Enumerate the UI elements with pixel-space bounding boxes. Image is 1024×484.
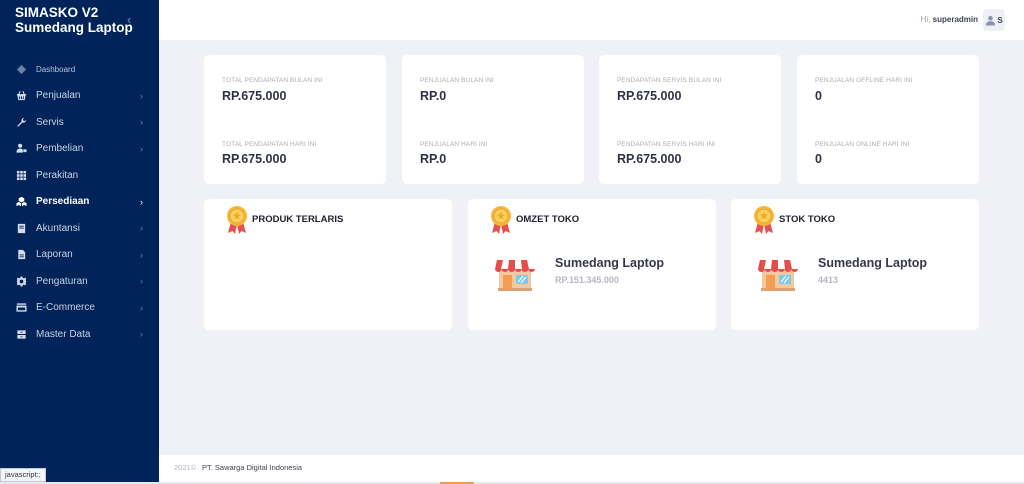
stat-value: 0 <box>815 89 822 103</box>
stat-label: PENDAPATAN SERVIS BULAN INI <box>617 77 722 84</box>
sidebar-item-pengaturan[interactable]: Pengaturan › <box>0 268 159 295</box>
greeting-prefix: Hi, <box>920 15 933 24</box>
stat-label: PENJUALAN BULAN INI <box>420 77 494 84</box>
sidebar-collapse-button[interactable]: ‹ <box>127 12 139 27</box>
chevron-right-icon: › <box>140 249 143 260</box>
app-name: SIMASKO V2 <box>15 5 99 20</box>
chevron-right-icon: › <box>140 90 143 101</box>
file-icon <box>15 249 27 261</box>
stat-label: PENJUALAN HARI INI <box>420 141 488 148</box>
stat-value: RP.675.000 <box>222 89 287 103</box>
sidebar-item-pembelian[interactable]: Pembelian › <box>0 136 159 163</box>
store-icon <box>15 302 27 314</box>
chevron-right-icon: › <box>140 223 143 233</box>
stat-label: TOTAL PENDAPATAN HARI INI <box>222 141 317 148</box>
panel-title: STOK TOKO <box>779 214 836 225</box>
chevron-right-icon: › <box>140 329 143 339</box>
sidebar-item-label: Master Data <box>36 328 91 340</box>
sidebar-item-label: E-Commerce <box>36 302 95 314</box>
stat-label: PENJUALAN OFFLINE HARI INI <box>815 77 913 84</box>
sidebar-item-label: Servis <box>36 116 64 128</box>
stat-value: RP.0 <box>420 89 447 103</box>
sidebar-item-laporan[interactable]: Laporan › <box>0 242 159 269</box>
sidebar-item-label: Pembelian <box>36 143 84 155</box>
sidebar-item-perakitan[interactable]: Perakitan <box>0 162 159 189</box>
app-brand[interactable]: SIMASKO V2 Sumedang Laptop <box>15 5 133 35</box>
sidebar-item-label: Laporan <box>36 249 73 261</box>
medal-icon <box>754 206 774 234</box>
boxes-icon <box>15 196 27 208</box>
sidebar-item-label: Penjualan <box>36 90 81 102</box>
basket-icon <box>15 90 27 102</box>
user-greeting[interactable]: Hi, superadmin <box>921 15 978 24</box>
diamond-icon <box>15 63 27 75</box>
stat-label: PENJUALAN ONLINE HARI INI <box>815 141 910 148</box>
shop-icon <box>495 260 535 291</box>
stat-card-total-pendapatan: TOTAL PENDAPATAN BULAN INI RP.675.000 TO… <box>204 55 386 184</box>
stat-label: TOTAL PENDAPATAN BULAN INI <box>222 77 323 84</box>
stat-value: RP.675.000 <box>617 89 682 103</box>
sidebar-item-penjualan[interactable]: Penjualan › <box>0 83 159 110</box>
stat-value: RP.675.000 <box>617 152 682 166</box>
username: superadmin <box>932 15 978 24</box>
store-name-brand: Sumedang Laptop <box>15 20 133 35</box>
gear-icon <box>15 275 27 287</box>
panel-title: PRODUK TERLARIS <box>252 214 344 225</box>
shop-icon <box>758 260 798 291</box>
panel-title: OMZET TOKO <box>516 214 580 225</box>
user-cart-icon <box>15 143 27 155</box>
avatar[interactable]: S <box>983 9 1005 31</box>
stat-card-penjualan-channel: PENJUALAN OFFLINE HARI INI 0 PENJUALAN O… <box>797 55 979 184</box>
panel-produk-terlaris: PRODUK TERLARIS <box>204 199 452 330</box>
stat-card-pendapatan-servis: PENDAPATAN SERVIS BULAN INI RP.675.000 P… <box>599 55 781 184</box>
panel-omzet-toko: OMZET TOKO Sumedang Laptop RP.151.345.00… <box>468 199 716 330</box>
sidebar-item-label: Akuntansi <box>36 222 80 234</box>
store-name: Sumedang Laptop <box>555 256 665 270</box>
store-name: Sumedang Laptop <box>818 256 928 270</box>
omzet-value: RP.151.345.000 <box>555 275 619 285</box>
stat-value: RP.675.000 <box>222 152 287 166</box>
sidebar-item-label: Pengaturan <box>36 275 88 287</box>
avatar-letter: S <box>997 15 1003 25</box>
grid-icon <box>15 169 27 181</box>
chevron-right-icon: › <box>140 302 143 313</box>
chevron-right-icon: › <box>140 143 143 154</box>
status-bar-url: javascript:; <box>0 468 46 482</box>
sidebar-item-e-commerce[interactable]: E-Commerce › <box>0 295 159 322</box>
book-icon <box>15 222 27 234</box>
sidebar-item-akuntansi[interactable]: Akuntansi › <box>0 215 159 242</box>
sidebar-item-label: Perakitan <box>36 169 79 181</box>
sidebar: SIMASKO V2 Sumedang Laptop ‹ Dashboard P… <box>0 0 159 484</box>
footer-company-link[interactable]: PT. Sawarga Digital Indonesia <box>202 463 302 472</box>
stat-value: RP.0 <box>420 152 447 166</box>
top-header: Hi, superadmin S <box>159 0 1024 40</box>
chevron-right-icon: › <box>140 196 143 207</box>
stat-value: 0 <box>815 152 822 166</box>
sidebar-item-servis[interactable]: Servis › <box>0 109 159 136</box>
footer-year: 2021© <box>174 463 197 472</box>
sidebar-item-label: Persediaan <box>36 196 90 208</box>
archive-icon <box>15 328 27 340</box>
sidebar-nav: Dashboard Penjualan › Servis › Pembelian… <box>0 56 159 348</box>
stat-card-penjualan: PENJUALAN BULAN INI RP.0 PENJUALAN HARI … <box>402 55 584 184</box>
sidebar-item-label: Dashboard <box>36 64 76 74</box>
stat-label: PENDAPATAN SERVIS HARI INI <box>617 141 716 148</box>
chevron-right-icon: › <box>140 276 143 286</box>
panel-stok-toko: STOK TOKO Sumedang Laptop 4413 <box>731 199 979 330</box>
medal-icon <box>491 206 511 234</box>
medal-icon <box>227 206 247 234</box>
user-icon <box>986 15 996 26</box>
sidebar-item-master-data[interactable]: Master Data › <box>0 321 159 348</box>
chevron-right-icon: › <box>140 117 143 127</box>
sidebar-item-persediaan[interactable]: Persediaan › <box>0 189 159 216</box>
wrench-icon <box>15 116 27 128</box>
page-footer: 2021© PT. Sawarga Digital Indonesia <box>159 455 1024 482</box>
stok-value: 4413 <box>818 275 839 285</box>
sidebar-item-dashboard[interactable]: Dashboard <box>0 56 159 83</box>
